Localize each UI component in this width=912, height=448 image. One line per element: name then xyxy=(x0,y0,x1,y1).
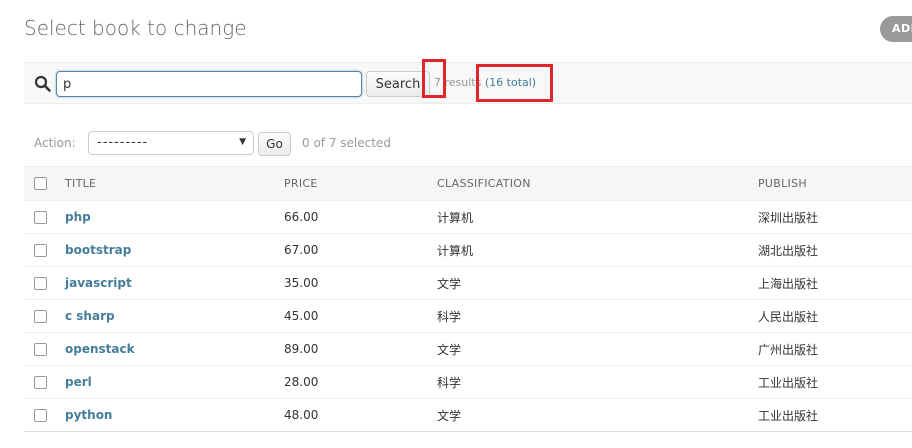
add-book-button[interactable]: ADD xyxy=(880,16,912,42)
page-title: Select book to change xyxy=(24,16,247,40)
publish-cell: 湖北出版社 xyxy=(758,233,912,267)
action-label: Action: xyxy=(34,136,76,150)
row-checkbox[interactable] xyxy=(34,211,47,224)
table-row: php 66.00 计算机 深圳出版社 xyxy=(24,200,912,234)
book-title-link[interactable]: c sharp xyxy=(65,309,115,323)
search-input[interactable] xyxy=(56,71,362,97)
classification-cell: 文学 xyxy=(437,332,758,366)
book-title-link[interactable]: openstack xyxy=(65,342,135,356)
publish-cell: 上海出版社 xyxy=(758,266,912,300)
actions-bar: Action: --------- ▼ Go 0 of 7 selected xyxy=(24,128,912,158)
result-table: TITLE PRICE CLASSIFICATION PUBLISH php 6… xyxy=(24,166,912,432)
publish-cell: 深圳出版社 xyxy=(758,200,912,234)
table-row: perl 28.00 科学 工业出版社 xyxy=(24,365,912,399)
go-button[interactable]: Go xyxy=(258,132,291,156)
publish-cell: 工业出版社 xyxy=(758,365,912,399)
action-select[interactable]: --------- ▼ xyxy=(88,131,254,155)
action-selected-value: --------- xyxy=(97,135,149,150)
table-header-row: TITLE PRICE CLASSIFICATION PUBLISH xyxy=(24,166,912,201)
price-cell: 66.00 xyxy=(284,200,437,234)
select-all-cell xyxy=(24,166,65,201)
classification-cell: 文学 xyxy=(437,266,758,300)
selected-counter: 0 of 7 selected xyxy=(302,136,391,150)
publish-cell: 广州出版社 xyxy=(758,332,912,366)
table-row: bootstrap 67.00 计算机 湖北出版社 xyxy=(24,233,912,267)
search-icon xyxy=(34,75,51,92)
row-checkbox[interactable] xyxy=(34,277,47,290)
price-cell: 67.00 xyxy=(284,233,437,267)
classification-cell: 计算机 xyxy=(437,233,758,267)
price-cell: 28.00 xyxy=(284,365,437,399)
chevron-down-icon: ▼ xyxy=(239,137,247,147)
row-checkbox[interactable] xyxy=(34,409,47,422)
book-title-link[interactable]: bootstrap xyxy=(65,243,131,257)
table-row: javascript 35.00 文学 上海出版社 xyxy=(24,266,912,300)
classification-cell: 科学 xyxy=(437,365,758,399)
price-cell: 89.00 xyxy=(284,332,437,366)
row-checkbox[interactable] xyxy=(34,376,47,389)
book-title-link[interactable]: php xyxy=(65,210,91,224)
classification-cell: 计算机 xyxy=(437,200,758,234)
row-checkbox[interactable] xyxy=(34,310,47,323)
row-checkbox[interactable] xyxy=(34,343,47,356)
column-header-price[interactable]: PRICE xyxy=(284,166,437,201)
publish-cell: 人民出版社 xyxy=(758,299,912,333)
classification-cell: 科学 xyxy=(437,299,758,333)
price-cell: 35.00 xyxy=(284,266,437,300)
book-title-link[interactable]: python xyxy=(65,408,112,422)
price-cell: 48.00 xyxy=(284,398,437,432)
price-cell: 45.00 xyxy=(284,299,437,333)
table-row: python 48.00 文学 工业出版社 xyxy=(24,398,912,432)
column-header-publish[interactable]: PUBLISH xyxy=(758,166,912,201)
classification-cell: 文学 xyxy=(437,398,758,432)
book-title-link[interactable]: javascript xyxy=(65,276,132,290)
search-toolbar: Search 7 results (16 total) xyxy=(24,62,912,104)
select-all-checkbox[interactable] xyxy=(34,177,47,191)
table-row: openstack 89.00 文学 广州出版社 xyxy=(24,332,912,366)
book-title-link[interactable]: perl xyxy=(65,375,92,389)
row-checkbox[interactable] xyxy=(34,244,47,257)
column-header-title[interactable]: TITLE xyxy=(65,166,284,201)
show-all-link[interactable]: (16 total) xyxy=(485,76,536,89)
results-summary: 7 results (16 total) xyxy=(434,76,536,89)
results-word: results xyxy=(441,76,485,89)
publish-cell: 工业出版社 xyxy=(758,398,912,432)
column-header-classification[interactable]: CLASSIFICATION xyxy=(437,166,758,201)
search-button[interactable]: Search xyxy=(366,71,430,97)
results-count: 7 xyxy=(434,76,441,89)
table-row: c sharp 45.00 科学 人民出版社 xyxy=(24,299,912,333)
